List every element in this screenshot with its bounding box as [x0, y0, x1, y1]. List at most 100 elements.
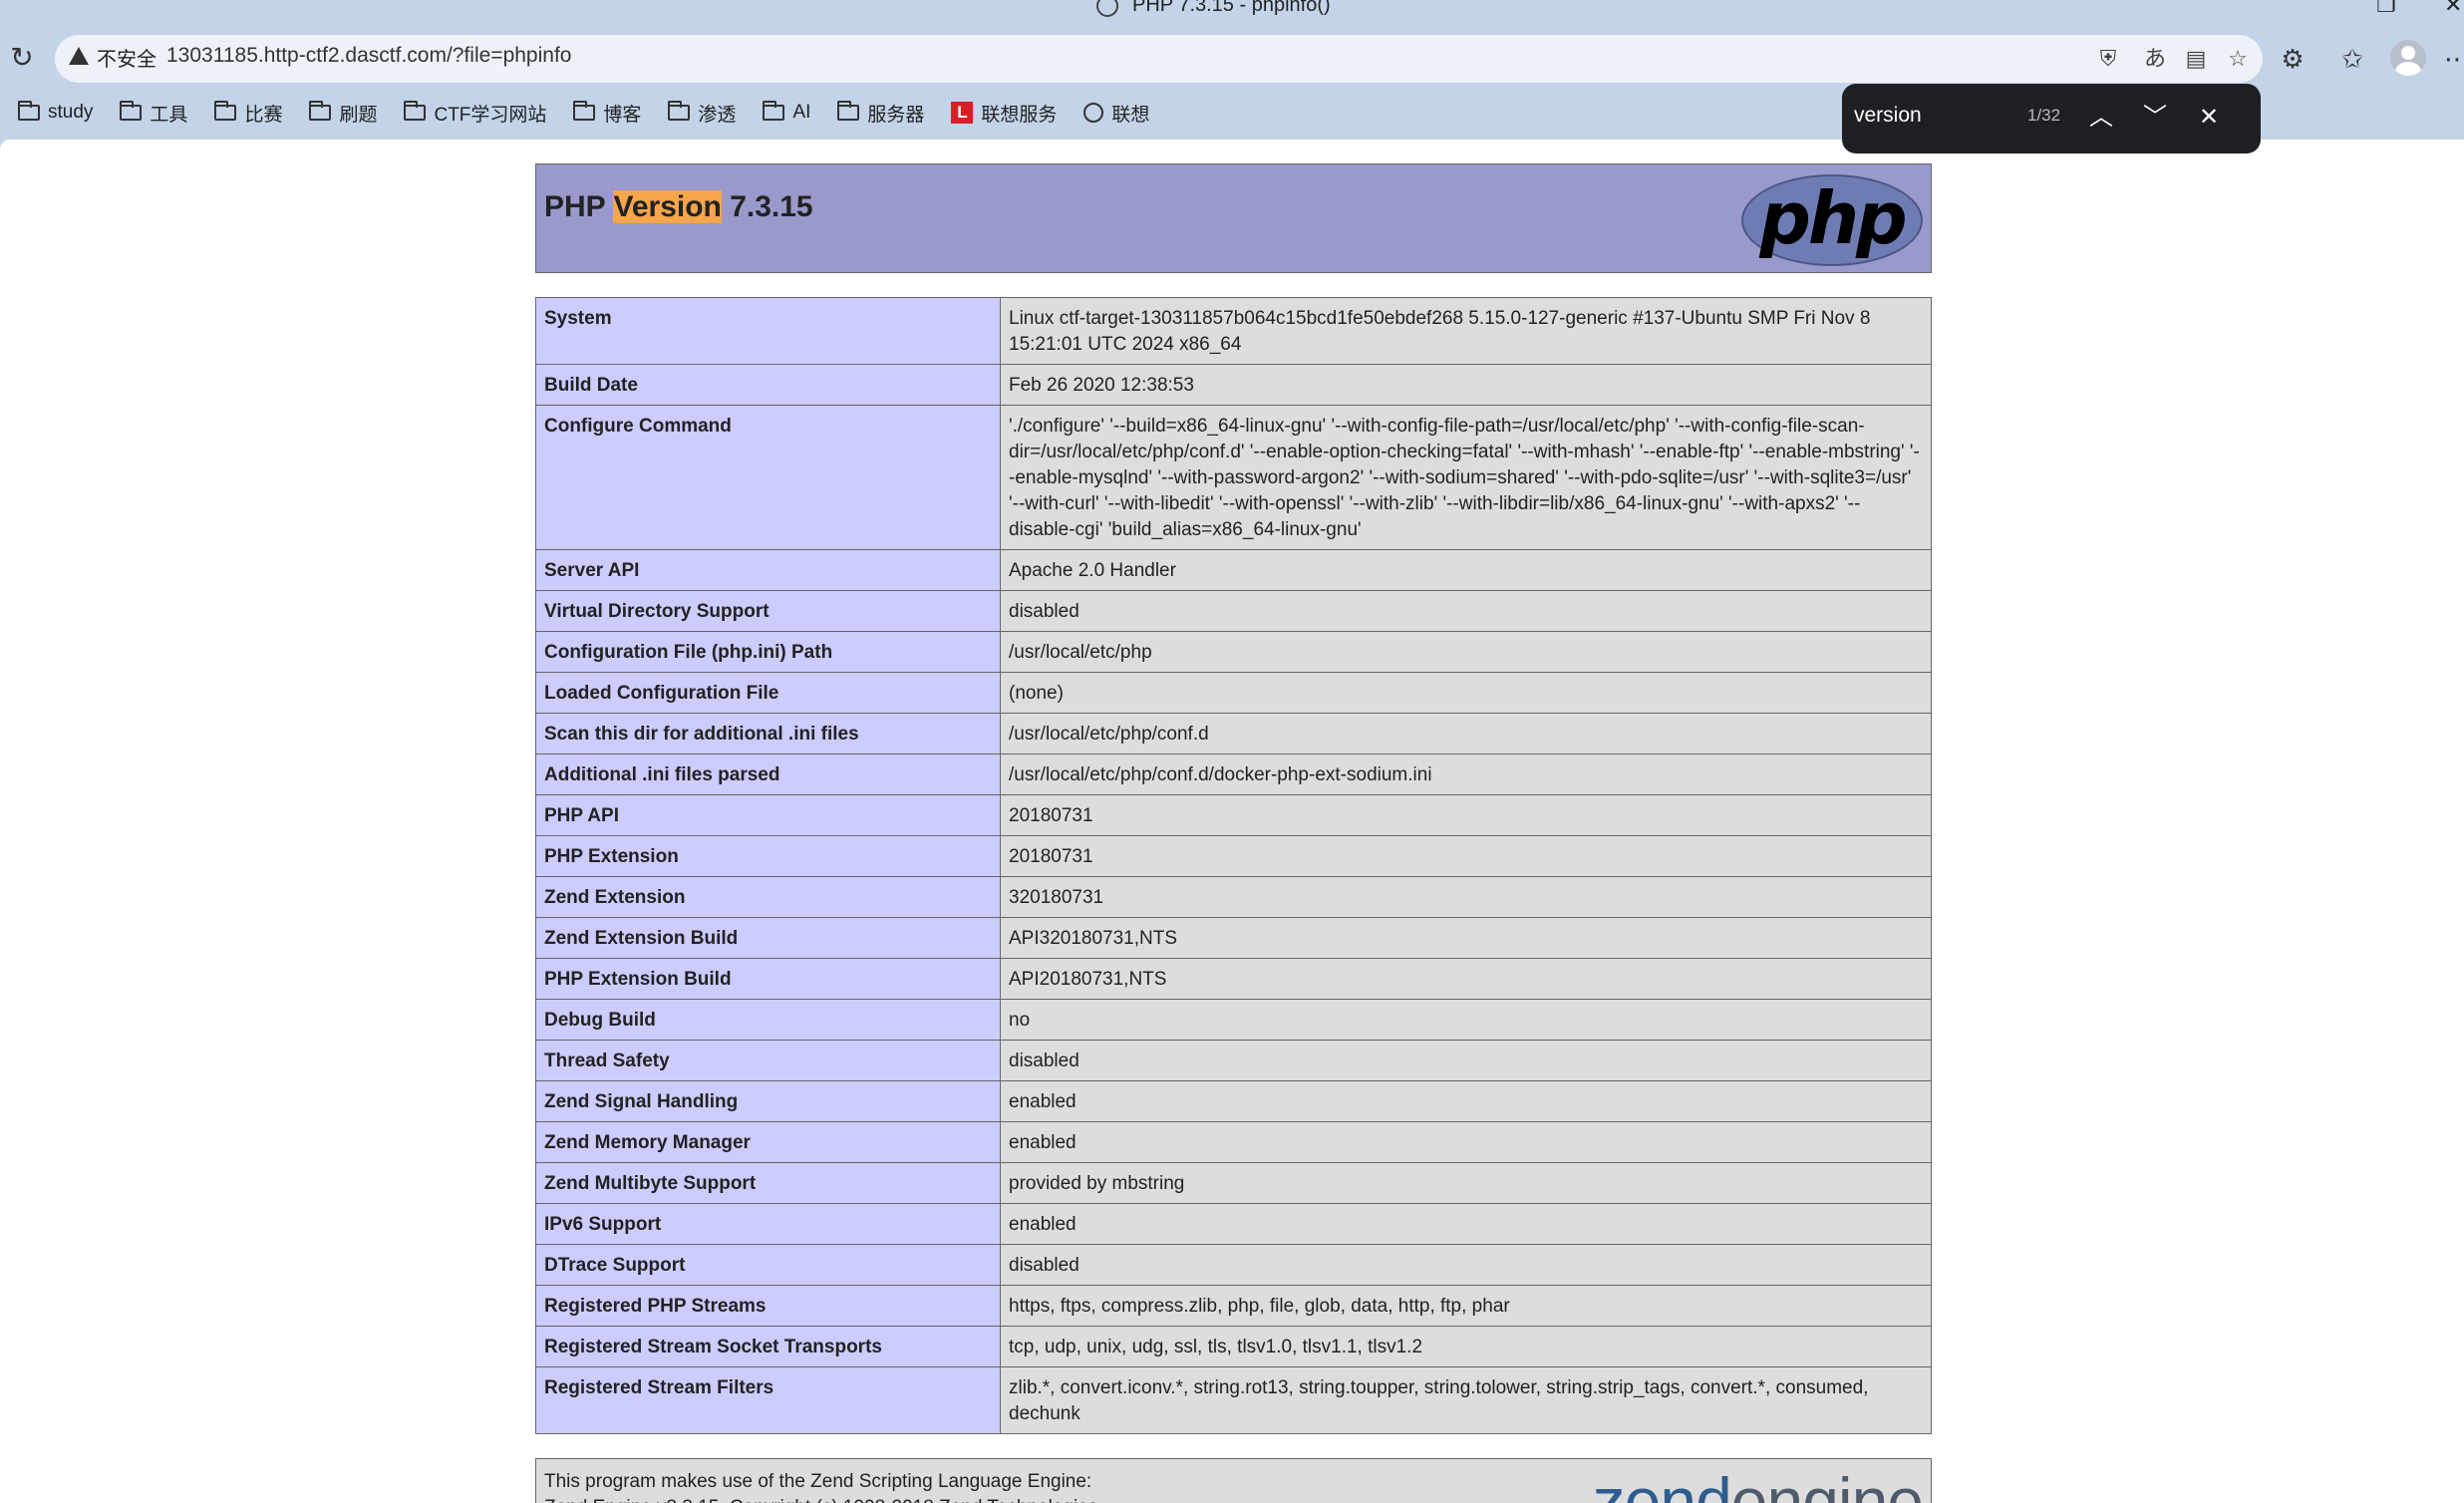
php-header: PHP Version 7.3.15 php	[535, 163, 1932, 273]
row-value: disabled	[1000, 1244, 1932, 1286]
tracking-prevention-icon[interactable]: ⛨	[2093, 44, 2123, 74]
row-key: Zend Signal Handling	[535, 1080, 1001, 1122]
row-value: API320180731,NTS	[1000, 917, 1932, 959]
find-match-count: 1/32	[2027, 106, 2061, 125]
scrollbar[interactable]	[2456, 140, 2464, 1503]
page-viewport: PHP Version 7.3.15 php System Linux ctf-t…	[0, 140, 2464, 1503]
row-value: 320180731	[1000, 876, 1932, 918]
row-value: Linux ctf-target-130311857b064c15bcd1fe5…	[1000, 297, 1932, 365]
row-key: Virtual Directory Support	[535, 590, 1001, 632]
extensions-icon[interactable]: ⚙	[2276, 42, 2310, 76]
row-key: PHP Extension Build	[535, 958, 1001, 1000]
translate-icon[interactable]: あ	[2140, 44, 2170, 74]
bookmark-pentest[interactable]: 渗透	[668, 98, 736, 128]
table-row: Registered PHP Streams https, ftps, compr…	[535, 1285, 1932, 1327]
table-row: PHP Extension Build API20180731,NTS	[535, 958, 1932, 1000]
title-bar: PHP 7.3.15 - phpinfo() ❐ ✕	[0, 0, 2464, 22]
find-previous-icon[interactable]: ︿	[2085, 102, 2117, 134]
bookmark-ctf-sites[interactable]: CTF学习网站	[404, 98, 546, 128]
bookmark-contests[interactable]: 比赛	[214, 98, 282, 128]
bookmark-study[interactable]: study	[18, 98, 93, 128]
restore-window-icon[interactable]: ❐	[2376, 0, 2396, 18]
bookmark-lenovo-service[interactable]: L 联想服务	[951, 98, 1057, 128]
row-key: Server API	[535, 549, 1001, 591]
more-menu-icon[interactable]: ⋯	[2440, 42, 2464, 76]
reload-icon[interactable]: ↻	[8, 44, 36, 72]
row-value: disabled	[1000, 1040, 1932, 1081]
folder-icon	[404, 101, 427, 121]
favorites-icon[interactable]: ✩	[2335, 42, 2369, 76]
find-bar: version 1/32 ︿ ﹀ ✕	[1842, 84, 2261, 153]
row-value: /usr/local/etc/php	[1000, 631, 1932, 673]
table-row: Scan this dir for additional .ini files /…	[535, 713, 1932, 754]
folder-icon	[309, 101, 332, 121]
bookmark-tools[interactable]: 工具	[120, 98, 187, 128]
row-value: no	[1000, 999, 1932, 1041]
row-key: Configure Command	[535, 405, 1001, 550]
address-bar[interactable]: 不安全 13031185.http-ctf2.dasctf.com/?file=…	[55, 35, 2263, 83]
row-key: Zend Memory Manager	[535, 1121, 1001, 1163]
row-key: Loaded Configuration File	[535, 672, 1001, 714]
bookmark-practice[interactable]: 刷题	[309, 98, 377, 128]
table-row: Zend Extension Build API320180731,NTS	[535, 917, 1932, 959]
bookmark-servers[interactable]: 服务器	[837, 98, 924, 128]
row-key: Registered Stream Socket Transports	[535, 1326, 1001, 1367]
row-key: Build Date	[535, 364, 1001, 406]
row-key: Zend Multibyte Support	[535, 1162, 1001, 1204]
row-key: PHP API	[535, 794, 1001, 836]
table-row: DTrace Support disabled	[535, 1244, 1932, 1286]
row-value: Apache 2.0 Handler	[1000, 549, 1932, 591]
lenovo-icon: L	[951, 102, 974, 124]
row-key: PHP Extension	[535, 835, 1001, 877]
row-key: System	[535, 297, 1001, 365]
url-text[interactable]: 13031185.http-ctf2.dasctf.com/?file=phpi…	[166, 44, 571, 68]
profile-avatar[interactable]	[2390, 40, 2426, 76]
table-row: System Linux ctf-target-130311857b064c15b…	[535, 297, 1932, 365]
row-key: Configuration File (php.ini) Path	[535, 631, 1001, 673]
row-value: disabled	[1000, 590, 1932, 632]
table-row: Build Date Feb 26 2020 12:38:53	[535, 364, 1932, 406]
row-value: enabled	[1000, 1121, 1932, 1163]
folder-icon	[214, 101, 237, 121]
find-close-icon[interactable]: ✕	[2193, 102, 2225, 134]
folder-icon	[763, 101, 785, 121]
php-logo: php	[1741, 174, 1923, 266]
zend-engine-logo: zendengine	[1592, 1464, 1924, 1503]
table-row: Server API Apache 2.0 Handler	[535, 549, 1932, 591]
find-input[interactable]: version	[1854, 104, 1922, 128]
row-value: './configure' '--build=x86_64-linux-gnu'…	[1000, 405, 1932, 550]
reader-mode-icon[interactable]: ▤	[2181, 44, 2211, 74]
row-value: provided by mbstring	[1000, 1162, 1932, 1204]
favorite-star-icon[interactable]: ☆	[2223, 44, 2253, 74]
bookmark-lenovo[interactable]: 联想	[1083, 98, 1149, 128]
row-value: (none)	[1000, 672, 1932, 714]
row-value: tcp, udp, unix, udg, ssl, tls, tlsv1.0, …	[1000, 1326, 1932, 1367]
zend-box: This program makes use of the Zend Scrip…	[535, 1458, 1932, 1503]
row-key: Debug Build	[535, 999, 1001, 1041]
row-key: Registered PHP Streams	[535, 1285, 1001, 1327]
bookmark-ai[interactable]: AI	[763, 98, 810, 128]
row-value: enabled	[1000, 1080, 1932, 1122]
row-value: zlib.*, convert.iconv.*, string.rot13, s…	[1000, 1366, 1932, 1434]
insecure-label[interactable]: 不安全	[97, 43, 156, 72]
phpinfo-center: PHP Version 7.3.15 php System Linux ctf-t…	[535, 163, 1932, 1503]
close-window-icon[interactable]: ✕	[2444, 0, 2462, 18]
row-value: 20180731	[1000, 835, 1932, 877]
folder-icon	[837, 101, 860, 121]
table-row: Registered Stream Socket Transports tcp, …	[535, 1326, 1932, 1367]
row-key: Thread Safety	[535, 1040, 1001, 1081]
table-row: Thread Safety disabled	[535, 1040, 1932, 1081]
page-title: PHP Version 7.3.15	[544, 190, 813, 223]
warning-icon[interactable]	[69, 47, 89, 65]
table-row: Additional .ini files parsed/usr/local/e…	[535, 753, 1932, 795]
row-key: Registered Stream Filters	[535, 1366, 1001, 1434]
bookmark-blog[interactable]: 博客	[573, 98, 641, 128]
info-table: System Linux ctf-target-130311857b064c15b…	[535, 297, 1932, 1434]
row-value: 20180731	[1000, 794, 1932, 836]
table-row: Configure Command './configure' '--build=…	[535, 405, 1932, 550]
find-next-icon[interactable]: ﹀	[2139, 102, 2171, 134]
row-value: enabled	[1000, 1203, 1932, 1245]
table-row: PHP API 20180731	[535, 794, 1932, 836]
table-row: Registered Stream Filters zlib.*, convert…	[535, 1366, 1932, 1434]
table-row: Loaded Configuration File (none)	[535, 672, 1932, 714]
